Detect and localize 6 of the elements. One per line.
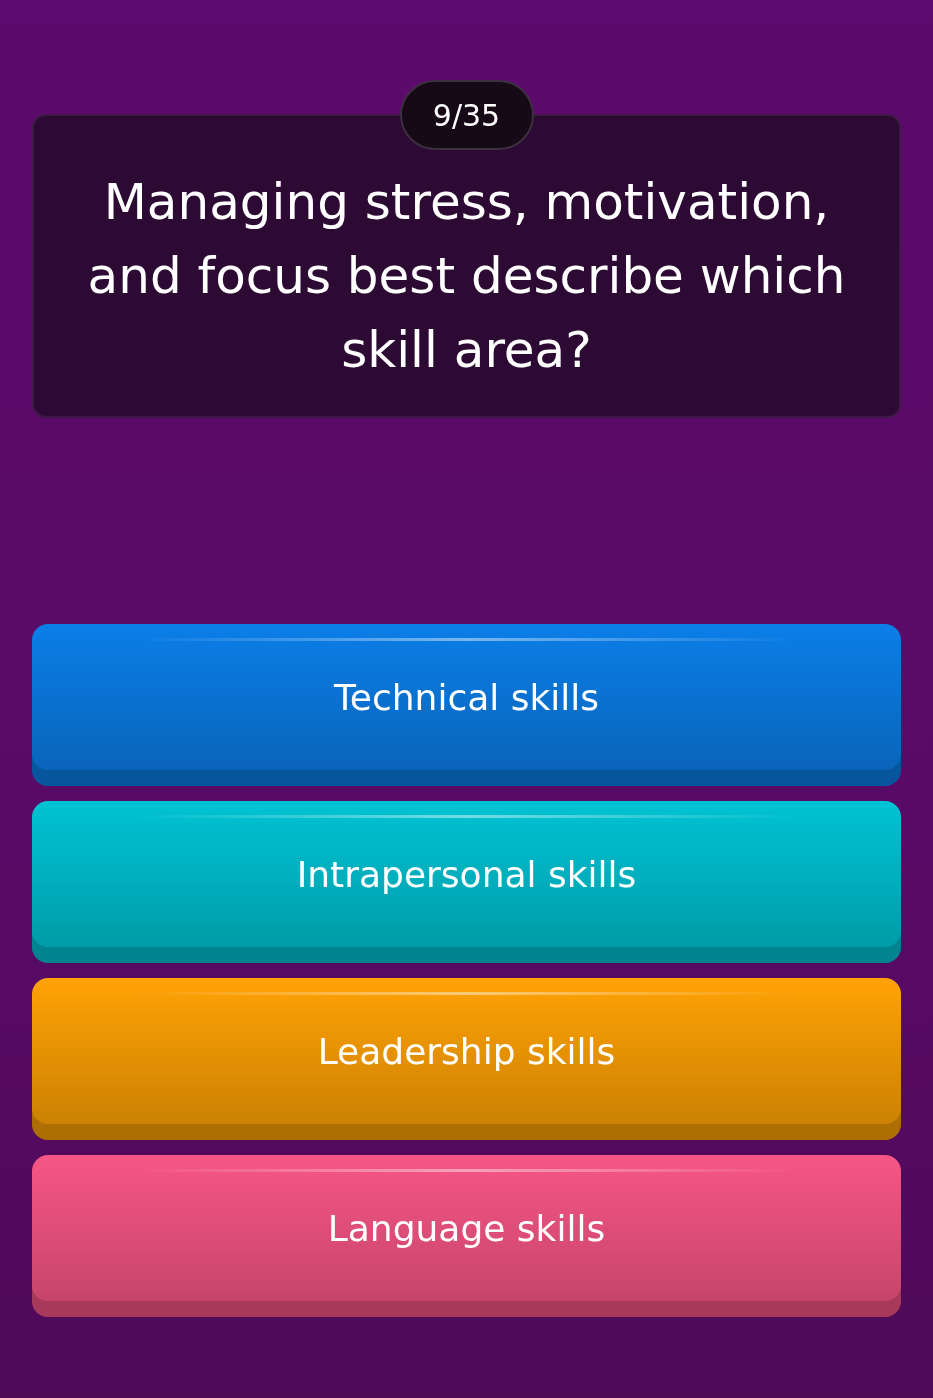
answer-button[interactable]: Technical skills xyxy=(32,624,901,786)
question-counter: 9/35 xyxy=(399,80,534,150)
question-text: Managing stress, motivation, and focus best describe which skill area? xyxy=(86,172,847,381)
answer-button[interactable]: Language skills xyxy=(32,1155,901,1317)
answer-button[interactable]: Intrapersonal skills xyxy=(32,801,901,963)
answer-button[interactable]: Leadership skills xyxy=(32,978,901,1140)
